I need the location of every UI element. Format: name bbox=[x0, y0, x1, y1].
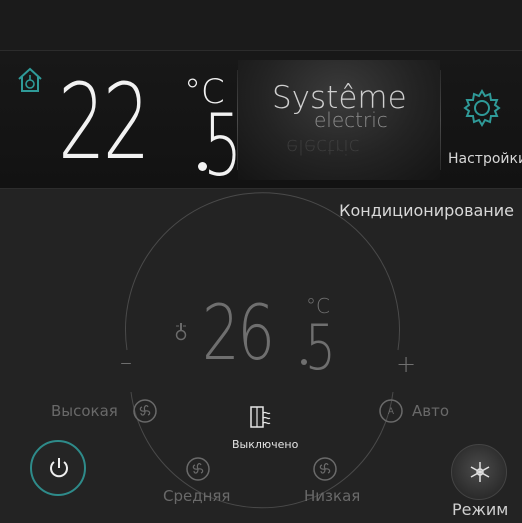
current-temperature: 22 5 bbox=[58, 61, 242, 189]
fan-high-icon[interactable] bbox=[133, 399, 157, 423]
thermometer-icon bbox=[175, 323, 187, 341]
current-temperature-integer: 22 bbox=[58, 61, 150, 183]
window-airflow-icon bbox=[250, 406, 271, 428]
current-temperature-unit: °C bbox=[184, 72, 225, 112]
home-thermometer-icon bbox=[18, 67, 42, 92]
setpoint-temperature: 26 5 bbox=[202, 288, 336, 379]
top-bar bbox=[0, 0, 522, 50]
setpoint-unit: °C bbox=[306, 294, 330, 318]
decrease-temperature-button[interactable]: – bbox=[120, 348, 132, 376]
setpoint-integer: 26 bbox=[202, 288, 275, 377]
fan-speed-medium-label[interactable]: Средняя bbox=[163, 487, 230, 505]
fan-speed-auto-label[interactable]: Авто bbox=[412, 402, 449, 420]
svg-text:A: A bbox=[388, 407, 395, 417]
power-icon bbox=[50, 458, 68, 478]
fan-low-icon[interactable] bbox=[313, 457, 337, 481]
brand-reflection: electric bbox=[286, 135, 360, 159]
power-button[interactable] bbox=[30, 440, 86, 496]
header-divider-right bbox=[440, 70, 441, 170]
current-temperature-decimal: 5 bbox=[203, 96, 242, 196]
fan-speed-high-label[interactable]: Высокая bbox=[51, 402, 118, 420]
fan-speed-low-label[interactable]: Низкая bbox=[304, 487, 360, 505]
snowflake-icon bbox=[470, 462, 490, 482]
setpoint-decimal: 5 bbox=[305, 311, 336, 384]
thermostat-screen: 22 5 °C Systême electric electric Настро… bbox=[0, 0, 522, 523]
gear-icon[interactable] bbox=[462, 88, 502, 128]
fan-medium-icon[interactable] bbox=[186, 457, 210, 481]
fan-auto-icon[interactable]: A bbox=[379, 399, 403, 423]
mode-title: Кондиционирование bbox=[339, 201, 514, 220]
mode-button[interactable] bbox=[451, 444, 507, 500]
settings-label[interactable]: Настройки bbox=[448, 151, 522, 167]
system-status-label: Выключено bbox=[232, 438, 299, 451]
brand-subtitle: electric bbox=[314, 108, 388, 132]
increase-temperature-button[interactable]: + bbox=[396, 350, 416, 378]
mode-label[interactable]: Режим bbox=[452, 500, 508, 519]
